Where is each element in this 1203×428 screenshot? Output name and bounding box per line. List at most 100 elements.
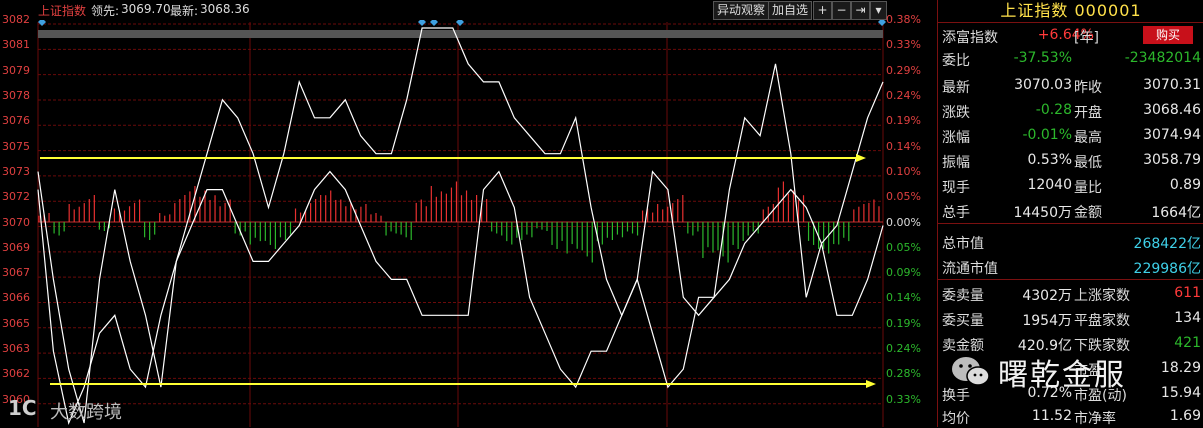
quote-value-2: 1.69 xyxy=(1169,408,1201,424)
quote-value-2: 3058.79 xyxy=(1143,152,1201,168)
watermark-right: 曙乾金服 xyxy=(998,358,1126,393)
quote-row: 现手 12040 量比 0.89 xyxy=(938,174,1203,196)
lead-value: 3069.70 xyxy=(121,2,171,16)
quote-value-2: 229986亿 xyxy=(1133,261,1201,277)
quote-value-2: -23482014 xyxy=(1124,50,1201,66)
quote-label-2: 最低 xyxy=(1074,155,1102,171)
intraday-chart[interactable]: 上证指数 领先: 3069.70 最新: 3068.36 异动观察 加自选 + … xyxy=(0,0,937,427)
quote-row: 添富指数 +6.64% [年] xyxy=(938,24,1203,46)
quote-value: 3070.03 xyxy=(1014,77,1072,93)
price-line-1 xyxy=(37,27,884,424)
percent-tick-label: 0.29% xyxy=(886,63,921,77)
divider xyxy=(938,22,1203,23)
chart-toolbar: 上证指数 领先: 3069.70 最新: 3068.36 异动观察 加自选 + … xyxy=(0,0,937,20)
percent-tick-label: 0.05% xyxy=(886,190,921,204)
quote-value-2: 3068.46 xyxy=(1143,102,1201,118)
percent-tick-label: 0.24% xyxy=(886,88,921,102)
arrow-head-icon xyxy=(866,380,876,388)
quote-label: 委买量 xyxy=(942,313,984,329)
quote-row: 振幅 0.53% 最低 3058.79 xyxy=(938,149,1203,171)
divider xyxy=(938,279,1203,280)
quote-label-2: 市净率 xyxy=(1074,411,1116,427)
quote-label-2: 平盘家数 xyxy=(1074,313,1130,329)
quote-label: 流通市值 xyxy=(942,261,998,277)
quote-panel: 上证指数 000001 购买 添富指数 +6.64% [年] 委比 -37.53% -23… xyxy=(937,0,1203,427)
watch-button[interactable]: 异动观察 xyxy=(713,1,770,20)
percent-tick-label: 0.14% xyxy=(886,139,921,153)
quote-row: 均价 11.52 市净率 1.69 xyxy=(938,405,1203,427)
quote-label: 涨幅 xyxy=(942,130,970,146)
quote-value: 0.53% xyxy=(1027,152,1072,168)
quote-value-2: 611 xyxy=(1174,285,1201,301)
end-button[interactable]: ⇥ xyxy=(851,1,870,20)
quote-value-2: 3070.31 xyxy=(1143,77,1201,93)
y-tick-label: 3063 xyxy=(2,342,30,356)
percent-tick-label: 0.33% xyxy=(886,392,921,406)
quote-label: 现手 xyxy=(942,180,970,196)
quote-value-2: 421 xyxy=(1174,335,1201,351)
quote-label: 均价 xyxy=(942,411,970,427)
quote-value: 11.52 xyxy=(1031,408,1072,424)
quote-row: 最新 3070.03 昨收 3070.31 xyxy=(938,74,1203,96)
y-tick-label: 3082 xyxy=(2,13,30,26)
y-tick-label: 3066 xyxy=(2,291,30,305)
zoom-in-button[interactable]: + xyxy=(813,1,832,20)
quote-value: 1954万 xyxy=(1022,313,1072,329)
percent-tick-label: 0.24% xyxy=(886,342,921,356)
quote-value-2: 15.94 xyxy=(1160,385,1201,401)
quote-value-2: 134 xyxy=(1174,310,1201,326)
y-tick-label: 3067 xyxy=(2,266,30,280)
quote-value-2: 0.89 xyxy=(1169,177,1201,193)
arrow-head-icon xyxy=(856,154,866,162)
quote-label: 添富指数 xyxy=(942,30,998,46)
lead-label: 领先: xyxy=(91,4,120,18)
percent-tick-label: 0.09% xyxy=(886,266,921,280)
panel-title: 上证指数 000001 xyxy=(1000,1,1142,20)
quote-row: 委卖量 4302万 上涨家数 611 xyxy=(938,282,1203,304)
index-name-label: 上证指数 xyxy=(38,4,87,18)
percent-tick-label: 0.38% xyxy=(886,13,921,26)
latest-value: 3068.36 xyxy=(200,2,250,16)
quote-row: 涨跌 -0.28 开盘 3068.46 xyxy=(938,99,1203,121)
quote-value: -37.53% xyxy=(1013,50,1072,66)
quote-label-2: 量比 xyxy=(1074,180,1102,196)
quote-row: 委比 -37.53% -23482014 xyxy=(938,47,1203,69)
y-tick-label: 3069 xyxy=(2,240,30,254)
percent-tick-label: 0.19% xyxy=(886,316,921,330)
zoom-out-button[interactable]: − xyxy=(832,1,851,20)
y-tick-label: 3072 xyxy=(2,190,30,204)
menu-dropdown-button[interactable]: ▾ xyxy=(870,1,887,20)
percent-tick-label: 0.10% xyxy=(886,164,921,178)
percent-tick-label: 0.33% xyxy=(886,38,921,52)
y-tick-label: 3078 xyxy=(2,88,30,102)
quote-value: -0.01% xyxy=(1022,127,1072,143)
quote-value-2: 18.29 xyxy=(1160,360,1201,376)
quote-label-2: [年] xyxy=(1074,30,1099,46)
y-tick-label: 3062 xyxy=(2,367,30,381)
quote-value-2: 3074.94 xyxy=(1143,127,1201,143)
percent-tick-label: 0.14% xyxy=(886,291,921,305)
quote-value-2: 1664亿 xyxy=(1151,205,1201,221)
percent-tick-label: 0.19% xyxy=(886,114,921,128)
quote-label-2: 金额 xyxy=(1074,205,1102,221)
quote-row: 委买量 1954万 平盘家数 134 xyxy=(938,307,1203,329)
quote-value-2: 268422亿 xyxy=(1133,236,1201,252)
quote-label: 振幅 xyxy=(942,155,970,171)
quote-row: 流通市值 229986亿 xyxy=(938,255,1203,277)
y-tick-label: 3073 xyxy=(2,164,30,178)
y-tick-label: 3075 xyxy=(2,139,30,153)
y-tick-label: 3070 xyxy=(2,215,30,229)
quote-value: 4302万 xyxy=(1022,288,1072,304)
latest-label: 最新: xyxy=(170,4,199,18)
chart-canvas[interactable] xyxy=(0,0,937,427)
add-favorite-button[interactable]: 加自选 xyxy=(768,1,813,20)
quote-label-2: 开盘 xyxy=(1074,105,1102,121)
quote-label-2: 上涨家数 xyxy=(1074,288,1130,304)
quote-value: 12040 xyxy=(1027,177,1072,193)
quote-label: 总市值 xyxy=(942,236,984,252)
quote-row: 涨幅 -0.01% 最高 3074.94 xyxy=(938,124,1203,146)
quote-label: 委卖量 xyxy=(942,288,984,304)
quote-label: 卖金额 xyxy=(942,338,984,354)
y-tick-label: 3076 xyxy=(2,114,30,128)
quote-label: 总手 xyxy=(942,205,970,221)
